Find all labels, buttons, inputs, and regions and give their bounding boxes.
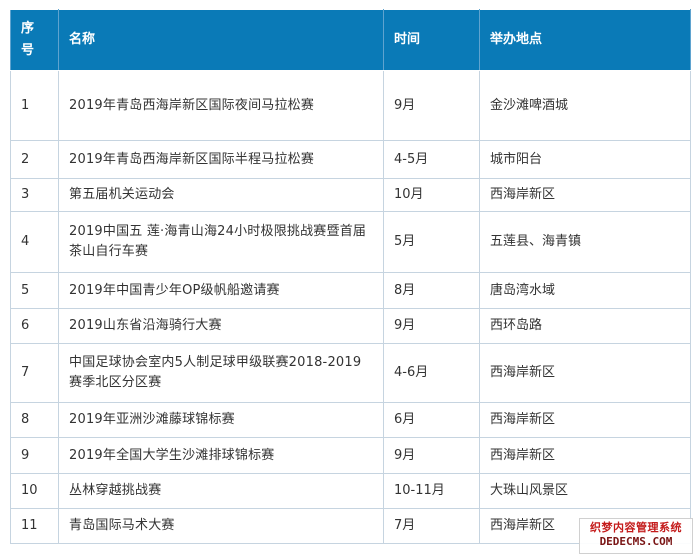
event-name: 青岛国际马术大赛 <box>58 508 384 544</box>
row-index: 1 <box>10 70 59 141</box>
event-time: 8月 <box>383 272 480 309</box>
table-row: 7 中国足球协会室内5人制足球甲级联赛2018-2019 赛季北区分区赛 4-6… <box>10 343 691 403</box>
name-column-header: 名称 <box>58 9 384 71</box>
event-name: 中国足球协会室内5人制足球甲级联赛2018-2019 赛季北区分区赛 <box>58 343 384 403</box>
event-venue: 西海岸新区 <box>479 343 691 403</box>
row-index: 11 <box>10 508 59 544</box>
row-index: 7 <box>10 343 59 403</box>
event-venue: 城市阳台 <box>479 140 691 179</box>
event-venue: 西环岛路 <box>479 308 691 344</box>
event-time: 4-6月 <box>383 343 480 403</box>
row-index: 3 <box>10 178 59 212</box>
header-row: 序号 名称 时间 举办地点 <box>10 9 691 71</box>
table-header: 序号 名称 时间 举办地点 <box>10 9 691 71</box>
time-column-header: 时间 <box>383 9 480 71</box>
table-row: 1 2019年青岛西海岸新区国际夜间马拉松赛 9月 金沙滩啤酒城 <box>10 70 691 141</box>
event-venue: 西海岸新区 <box>479 402 691 438</box>
event-name: 2019年青岛西海岸新区国际夜间马拉松赛 <box>58 70 384 141</box>
watermark-title: 织梦内容管理系统 <box>590 521 682 534</box>
table-row: 6 2019山东省沿海骑行大赛 9月 西环岛路 <box>10 308 691 344</box>
table-body: 1 2019年青岛西海岸新区国际夜间马拉松赛 9月 金沙滩啤酒城 2 2019年… <box>10 70 691 544</box>
event-venue: 西海岸新区 <box>479 178 691 212</box>
event-name: 第五届机关运动会 <box>58 178 384 212</box>
event-time: 10-11月 <box>383 473 480 509</box>
event-time: 7月 <box>383 508 480 544</box>
row-index: 6 <box>10 308 59 344</box>
event-venue: 金沙滩啤酒城 <box>479 70 691 141</box>
table-row: 8 2019年亚洲沙滩藤球锦标赛 6月 西海岸新区 <box>10 402 691 438</box>
event-venue: 唐岛湾水域 <box>479 272 691 309</box>
event-time: 10月 <box>383 178 480 212</box>
event-name: 2019年亚洲沙滩藤球锦标赛 <box>58 402 384 438</box>
table-row: 10 丛林穿越挑战赛 10-11月 大珠山风景区 <box>10 473 691 509</box>
event-venue: 西海岸新区 <box>479 437 691 474</box>
venue-column-header: 举办地点 <box>479 9 691 71</box>
row-index: 2 <box>10 140 59 179</box>
events-table: 序号 名称 时间 举办地点 1 2019年青岛西海岸新区国际夜间马拉松赛 9月 … <box>10 9 691 544</box>
row-index: 4 <box>10 211 59 273</box>
event-name: 2019年全国大学生沙滩排球锦标赛 <box>58 437 384 474</box>
event-name: 2019山东省沿海骑行大赛 <box>58 308 384 344</box>
row-index: 10 <box>10 473 59 509</box>
event-venue: 大珠山风景区 <box>479 473 691 509</box>
index-column-header: 序号 <box>10 9 59 71</box>
row-index: 9 <box>10 437 59 474</box>
event-name: 2019年青岛西海岸新区国际半程马拉松赛 <box>58 140 384 179</box>
table-row: 5 2019年中国青少年OP级帆船邀请赛 8月 唐岛湾水域 <box>10 272 691 309</box>
event-name: 2019年中国青少年OP级帆船邀请赛 <box>58 272 384 309</box>
watermark-domain: DEDECMS.COM <box>599 535 673 548</box>
watermark-logo: 织梦内容管理系统 DEDECMS.COM <box>579 518 693 554</box>
row-index: 8 <box>10 402 59 438</box>
event-time: 4-5月 <box>383 140 480 179</box>
event-time: 9月 <box>383 70 480 141</box>
row-index: 5 <box>10 272 59 309</box>
event-time: 9月 <box>383 308 480 344</box>
table-row: 9 2019年全国大学生沙滩排球锦标赛 9月 西海岸新区 <box>10 437 691 474</box>
event-name: 丛林穿越挑战赛 <box>58 473 384 509</box>
event-venue: 五莲县、海青镇 <box>479 211 691 273</box>
event-time: 9月 <box>383 437 480 474</box>
table-row: 3 第五届机关运动会 10月 西海岸新区 <box>10 178 691 212</box>
event-name: 2019中国五 莲·海青山海24小时极限挑战赛暨首届茶山自行车赛 <box>58 211 384 273</box>
table-row: 2 2019年青岛西海岸新区国际半程马拉松赛 4-5月 城市阳台 <box>10 140 691 179</box>
event-time: 5月 <box>383 211 480 273</box>
table-row: 4 2019中国五 莲·海青山海24小时极限挑战赛暨首届茶山自行车赛 5月 五莲… <box>10 211 691 273</box>
event-time: 6月 <box>383 402 480 438</box>
